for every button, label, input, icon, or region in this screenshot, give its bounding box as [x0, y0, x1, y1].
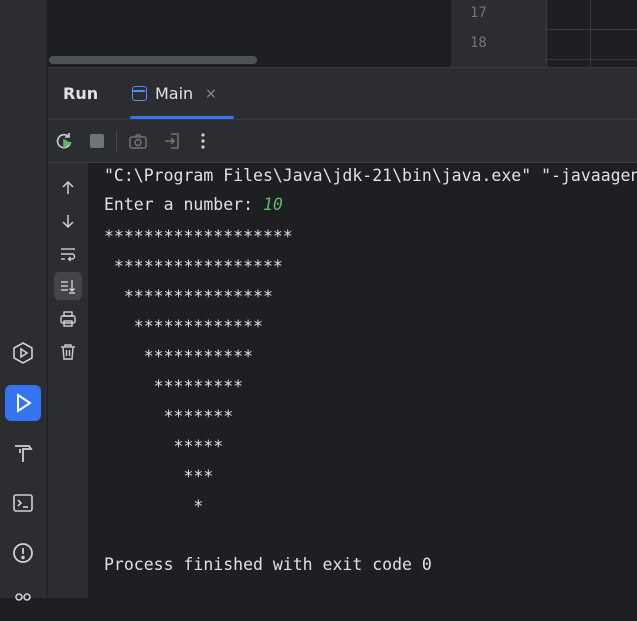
toolbar-separator: [116, 130, 117, 152]
vcs-icon[interactable]: [5, 585, 41, 621]
console-pattern-line: *******************: [104, 227, 293, 246]
arrow-down-icon[interactable]: [54, 207, 82, 235]
services-icon[interactable]: [5, 335, 41, 371]
terminal-icon[interactable]: [5, 485, 41, 521]
print-icon[interactable]: [54, 305, 82, 333]
tab-label: Main: [155, 84, 194, 103]
build-icon[interactable]: [5, 435, 41, 471]
more-icon[interactable]: [191, 129, 215, 153]
console-pattern-line: ***: [104, 467, 214, 486]
console-pattern-line: ***************: [104, 287, 273, 306]
problems-icon[interactable]: [5, 535, 41, 571]
tab-close-icon[interactable]: ×: [205, 86, 217, 102]
editor-row-divider: [547, 59, 637, 60]
run-tool-window-header: Run Main ×: [48, 68, 637, 120]
tab-main[interactable]: Main ×: [130, 76, 234, 119]
editor-column-divider: [590, 0, 591, 67]
line-number: 17: [470, 5, 487, 21]
screenshot-icon[interactable]: [126, 129, 150, 153]
scroll-to-end-icon[interactable]: [54, 272, 82, 300]
console-pattern-line: *: [104, 497, 204, 516]
console-pattern-line: *************: [104, 317, 263, 336]
console-side-actions: [48, 163, 88, 598]
trash-icon[interactable]: [54, 338, 82, 366]
run-icon[interactable]: [5, 385, 41, 421]
console-pattern-line: *****: [104, 437, 224, 456]
tab-active-indicator: [130, 116, 234, 119]
run-toolbar: [48, 120, 637, 163]
editor-gutter: [451, 0, 547, 67]
console-exit-line: Process finished with exit code 0: [104, 555, 432, 574]
console-output[interactable]: "C:\Program Files\Java\jdk-21\bin\java.e…: [89, 163, 637, 598]
arrow-up-icon[interactable]: [54, 174, 82, 202]
console-pattern-line: *****************: [104, 257, 283, 276]
console-prompt-line: Enter a number: 10: [104, 195, 283, 214]
console-command-line: "C:\Program Files\Java\jdk-21\bin\java.e…: [104, 166, 637, 185]
console-user-input: 10: [262, 195, 283, 214]
line-number: 18: [470, 35, 487, 51]
rerun-icon[interactable]: [52, 129, 76, 153]
console-pattern-line: ***********: [104, 347, 254, 366]
exit-icon[interactable]: [160, 129, 184, 153]
console-pattern-line: *******: [104, 407, 234, 426]
editor-horizontal-scrollbar[interactable]: [49, 56, 257, 64]
editor-column-divider: [546, 0, 547, 67]
editor-row-divider: [547, 29, 637, 30]
tool-window-title: Run: [63, 84, 99, 103]
soft-wrap-icon[interactable]: [54, 240, 82, 268]
console-prompt: Enter a number:: [104, 195, 263, 214]
left-tool-strip: [0, 0, 48, 601]
console-pattern-line: *********: [104, 377, 244, 396]
stop-icon[interactable]: [85, 129, 109, 153]
run-config-icon: [132, 86, 147, 101]
